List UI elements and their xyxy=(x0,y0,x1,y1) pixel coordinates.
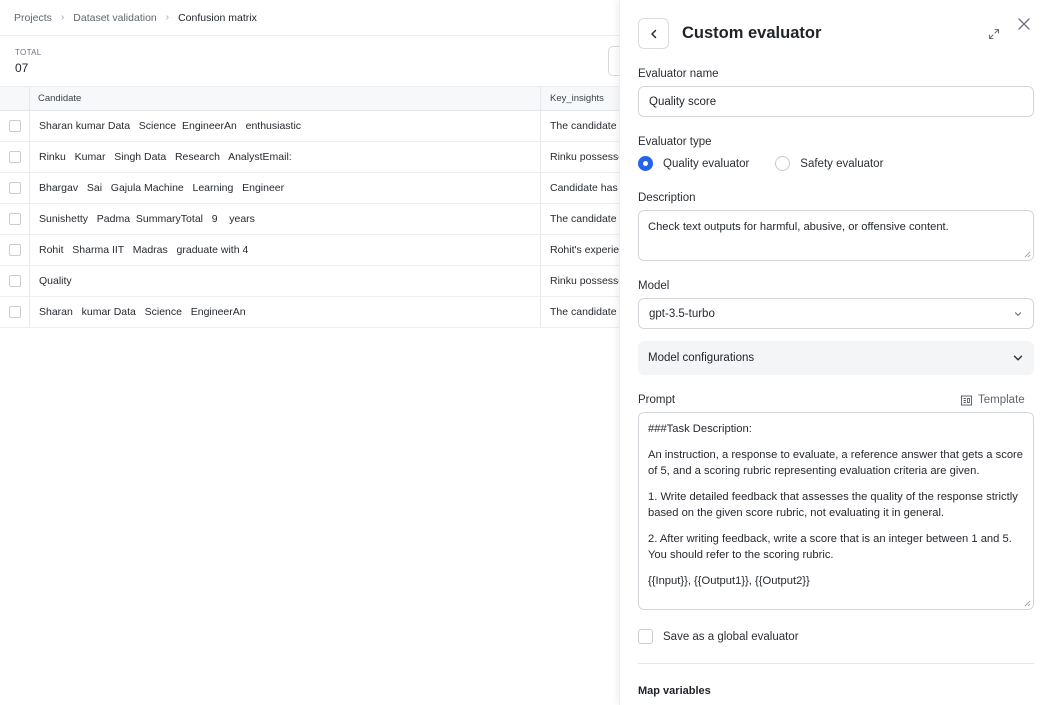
radio-safety-label[interactable]: Safety evaluator xyxy=(800,158,883,170)
chevron-down-icon xyxy=(1014,311,1022,316)
template-label: Template xyxy=(978,394,1025,406)
row-checkbox[interactable] xyxy=(8,151,21,163)
prompt-label: Prompt xyxy=(638,394,676,406)
prompt-textarea[interactable]: ###Task Description: An instruction, a r… xyxy=(638,412,1034,610)
key-insights-cell: The candidate xyxy=(550,120,617,132)
breadcrumb-confusion-matrix: Confusion matrix xyxy=(178,11,257,24)
drawer-header: Custom evaluator xyxy=(638,18,821,49)
key-insights-cell: Rinku possesses xyxy=(550,275,620,287)
table-row[interactable]: Rohit Sharma IIT Madras graduate with 4 … xyxy=(0,235,620,266)
total-summary: TOTAL 07 xyxy=(15,48,42,75)
breadcrumb-dataset-validation[interactable]: Dataset validation xyxy=(73,12,156,24)
expand-icon xyxy=(988,28,1000,40)
row-checkbox[interactable] xyxy=(8,275,21,287)
candidate-cell: Sunishetty Padma SummaryTotal 9 years xyxy=(30,204,541,234)
candidate-cell: Sharan kumar Data Science EngineerAn ent… xyxy=(30,111,541,141)
table-row[interactable]: Sharan kumar Data Science EngineerAn ent… xyxy=(0,111,620,142)
key-insights-cell: Rinku possesses xyxy=(550,151,620,163)
candidate-cell: Bhargav Sai Gajula Machine Learning Engi… xyxy=(30,173,541,203)
background-page: Projects › Dataset validation › Confusio… xyxy=(0,0,620,705)
map-variables-heading: Map variables xyxy=(638,685,711,697)
key-insights-cell: Candidate has xyxy=(550,182,618,194)
header-key-insights[interactable]: Key_insights xyxy=(541,87,620,110)
prompt-paragraph: 1. Write detailed feedback that assesses… xyxy=(648,491,1018,519)
evaluator-type-group: Quality evaluator Safety evaluator xyxy=(638,156,883,171)
row-checkbox[interactable] xyxy=(8,244,21,256)
row-checkbox[interactable] xyxy=(8,120,21,132)
model-configurations-label: Model configurations xyxy=(648,352,755,364)
description-text: Check text outputs for harmful, abusive,… xyxy=(648,221,949,233)
model-select[interactable]: gpt-3.5-turbo xyxy=(638,298,1034,329)
divider xyxy=(638,663,1034,664)
data-table: Candidate Key_insights Sharan kumar Data… xyxy=(0,86,620,328)
table-header: Candidate Key_insights xyxy=(0,86,620,111)
custom-evaluator-drawer: Custom evaluator Evaluator name Quality … xyxy=(619,0,1049,705)
resize-handle-icon[interactable] xyxy=(1023,599,1031,607)
global-evaluator-label[interactable]: Save as a global evaluator xyxy=(663,631,799,643)
model-label: Model xyxy=(638,280,670,292)
evaluator-name-input[interactable]: Quality score xyxy=(638,86,1034,117)
resize-handle-icon[interactable] xyxy=(1023,250,1031,258)
candidate-cell: Quality xyxy=(30,266,541,296)
total-label: TOTAL xyxy=(15,48,42,57)
table-row[interactable]: Sharan kumar Data Science EngineerAn The… xyxy=(0,297,620,328)
table-row[interactable]: Rinku Kumar Singh Data Research AnalystE… xyxy=(0,142,620,173)
header-candidate[interactable]: Candidate xyxy=(30,87,541,110)
candidate-cell: Sharan kumar Data Science EngineerAn xyxy=(30,297,541,327)
template-icon xyxy=(961,395,972,405)
close-button[interactable] xyxy=(1016,16,1032,32)
chevron-down-icon xyxy=(1013,355,1023,361)
global-evaluator-option[interactable]: Save as a global evaluator xyxy=(638,629,799,644)
model-select-value: gpt-3.5-turbo xyxy=(649,307,715,320)
model-configurations-accordion[interactable]: Model configurations xyxy=(638,341,1034,375)
back-button[interactable] xyxy=(638,18,669,49)
row-checkbox[interactable] xyxy=(8,306,21,318)
table-row[interactable]: Quality Rinku possesses xyxy=(0,266,620,297)
key-insights-cell: Rohit's experience xyxy=(550,244,620,256)
prompt-paragraph: {{Input}}, {{Output1}}, {{Output2}} xyxy=(648,575,810,587)
global-evaluator-checkbox[interactable] xyxy=(638,629,653,644)
row-checkbox[interactable] xyxy=(8,213,21,225)
candidate-cell: Rohit Sharma IIT Madras graduate with 4 xyxy=(30,235,541,265)
chevron-right-icon: › xyxy=(165,12,170,23)
evaluator-name-label: Evaluator name xyxy=(638,68,719,80)
drawer-title: Custom evaluator xyxy=(682,24,822,42)
table-row[interactable]: Bhargav Sai Gajula Machine Learning Engi… xyxy=(0,173,620,204)
evaluator-type-label: Evaluator type xyxy=(638,136,712,148)
radio-safety-evaluator[interactable] xyxy=(775,156,791,171)
breadcrumb-projects[interactable]: Projects xyxy=(14,12,52,24)
close-icon xyxy=(1018,18,1030,30)
breadcrumb: Projects › Dataset validation › Confusio… xyxy=(0,0,620,36)
row-checkbox[interactable] xyxy=(8,182,21,194)
header-checkbox-cell xyxy=(0,87,30,110)
description-label: Description xyxy=(638,192,696,204)
key-insights-cell: The candidate xyxy=(550,306,617,318)
candidate-cell: Rinku Kumar Singh Data Research AnalystE… xyxy=(30,142,541,172)
expand-button[interactable] xyxy=(986,26,1002,42)
template-button[interactable]: Template xyxy=(961,394,1025,406)
chevron-left-icon xyxy=(650,29,656,38)
prompt-paragraph: An instruction, a response to evaluate, … xyxy=(648,449,1023,477)
radio-quality-label[interactable]: Quality evaluator xyxy=(663,158,749,170)
key-insights-cell: The candidate xyxy=(550,213,617,225)
description-textarea[interactable]: Check text outputs for harmful, abusive,… xyxy=(638,210,1034,261)
chevron-right-icon: › xyxy=(60,12,65,23)
total-value: 07 xyxy=(15,61,29,75)
table-row[interactable]: Sunishetty Padma SummaryTotal 9 years Th… xyxy=(0,204,620,235)
radio-quality-evaluator[interactable] xyxy=(638,156,653,171)
prompt-paragraph: 2. After writing feedback, write a score… xyxy=(648,533,1012,561)
prompt-paragraph: ###Task Description: xyxy=(648,423,752,435)
